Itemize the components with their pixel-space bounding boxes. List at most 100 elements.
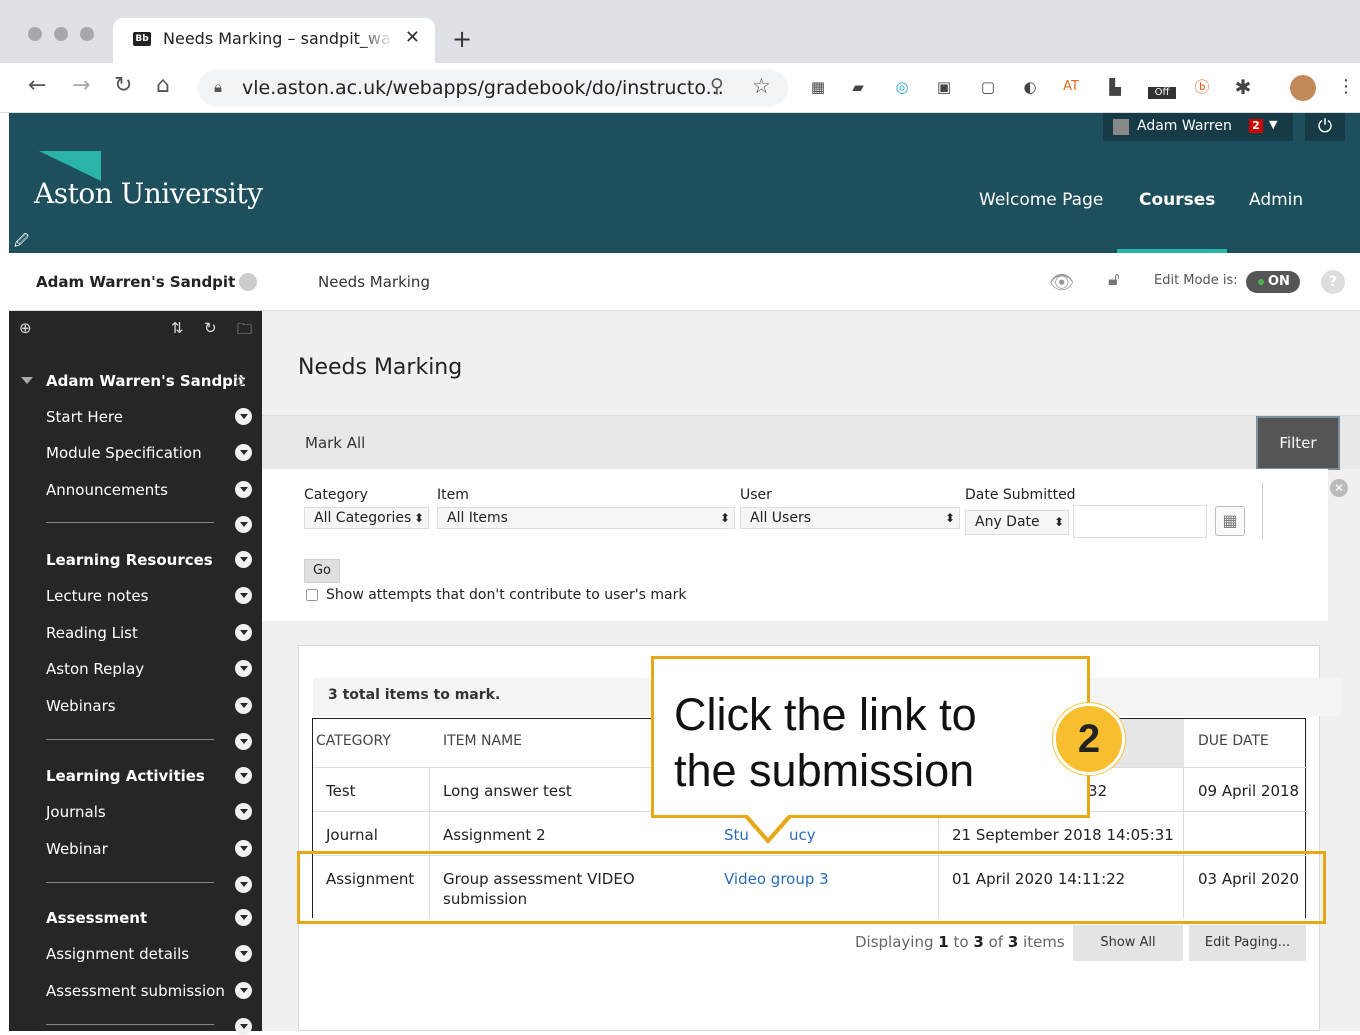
collapse-caret-icon[interactable]: [21, 377, 33, 384]
logout-power-icon[interactable]: ⏻: [1305, 113, 1345, 141]
sidebar-item-assessment-submission[interactable]: Assessment submission: [46, 982, 225, 1000]
nav-admin[interactable]: Admin: [1249, 190, 1303, 210]
sidebar-item-reading-list[interactable]: Reading List: [46, 624, 138, 642]
reorder-icon[interactable]: ⇅: [171, 319, 184, 337]
extension-off-icon[interactable]: Off: [1148, 77, 1176, 99]
extension-doc-icon[interactable]: ▢: [978, 77, 998, 97]
total-items-text: 3 total items to mark.: [328, 687, 501, 703]
extension-b-icon[interactable]: ⓑ: [1192, 77, 1212, 97]
sidebar-course-title[interactable]: Adam Warren's Sandpit: [46, 372, 245, 390]
sidebar-item-options-icon[interactable]: [235, 587, 252, 604]
column-header-due-date[interactable]: DUE DATE: [1198, 733, 1269, 749]
breadcrumb-course[interactable]: Adam Warren's Sandpit: [36, 273, 235, 291]
sidebar-item-journals[interactable]: Journals: [46, 803, 106, 821]
extension-asterisk-icon[interactable]: ✱: [1233, 77, 1253, 97]
mark-all-button[interactable]: Mark All: [305, 434, 365, 452]
extension-window-icon[interactable]: ▣: [934, 77, 954, 97]
sidebar-item-options-icon[interactable]: [235, 408, 252, 425]
tab-close-icon[interactable]: ✕: [405, 27, 420, 48]
help-icon[interactable]: ?: [1321, 270, 1345, 294]
breadcrumb-menu-chevron-icon[interactable]: [239, 273, 257, 291]
cell-user-link-tail[interactable]: ucy: [789, 825, 816, 845]
sidebar-item-options-icon[interactable]: [235, 1018, 252, 1035]
sidebar-item-lecture-notes[interactable]: Lecture notes: [46, 587, 148, 605]
sidebar-item-options-icon[interactable]: [235, 551, 252, 568]
window-zoom-dot[interactable]: [80, 27, 94, 41]
new-tab-button[interactable]: +: [452, 25, 472, 53]
sidebar-item-learning-activities[interactable]: Learning Activities: [46, 767, 205, 785]
item-select[interactable]: All Items ⬍: [437, 507, 735, 529]
sidebar-item-webinars[interactable]: Webinars: [46, 697, 116, 715]
window-close-dot[interactable]: [28, 27, 42, 41]
back-icon[interactable]: ←: [28, 73, 46, 98]
site-logo[interactable]: Aston University: [34, 177, 263, 210]
sidebar-item-options-icon[interactable]: [235, 803, 252, 820]
window-minimize-dot[interactable]: [54, 27, 68, 41]
zoom-icon[interactable]: ⚲: [710, 75, 724, 97]
show-all-button[interactable]: Show All: [1073, 925, 1183, 961]
show-attempts-checkbox[interactable]: [306, 589, 318, 601]
go-button[interactable]: Go: [304, 559, 340, 583]
edit-paging-button[interactable]: Edit Paging...: [1189, 925, 1306, 961]
sidebar-item-options-icon[interactable]: [235, 945, 252, 962]
student-preview-eye-icon[interactable]: 👁︎: [1049, 270, 1074, 294]
sidebar-item-assessment[interactable]: Assessment: [46, 909, 147, 927]
nav-courses[interactable]: Courses: [1139, 190, 1215, 210]
extension-chart-icon[interactable]: ▙: [1105, 77, 1125, 97]
toggle-status-dot: [1258, 279, 1264, 285]
sidebar-item-options-icon[interactable]: [235, 840, 252, 857]
extension-building-icon[interactable]: ▦: [808, 77, 828, 97]
sidebar-item-options-icon[interactable]: [235, 660, 252, 677]
link-pin-icon[interactable]: 🖉︎: [14, 230, 29, 254]
user-select[interactable]: All Users ⬍: [740, 507, 960, 529]
close-filter-icon[interactable]: ✕: [1330, 479, 1348, 497]
sidebar-item-options-icon[interactable]: [235, 516, 252, 533]
extension-globe-icon[interactable]: ◎: [892, 77, 912, 97]
forward-icon[interactable]: →: [72, 73, 90, 98]
sidebar-item-announcements[interactable]: Announcements: [46, 481, 168, 499]
sidebar-item-learning-resources[interactable]: Learning Resources: [46, 551, 213, 569]
sidebar-item-options-icon[interactable]: [235, 697, 252, 714]
sidebar-item-aston-replay[interactable]: Aston Replay: [46, 660, 144, 678]
address-bar[interactable]: 🔒︎ vle.aston.ac.uk/webapps/gradebook/do/…: [198, 70, 788, 106]
date-input[interactable]: [1073, 505, 1207, 538]
sidebar-item-assignment-details[interactable]: Assignment details: [46, 945, 189, 963]
column-header-item-name[interactable]: ITEM NAME: [443, 733, 522, 749]
column-header-category[interactable]: CATEGORY: [316, 733, 391, 749]
extension-at-icon[interactable]: AT: [1061, 77, 1081, 97]
user-menu[interactable]: Adam Warren 2 ▼: [1103, 113, 1293, 141]
menu-kebab-icon[interactable]: ⋮: [1336, 77, 1356, 97]
category-select[interactable]: All Categories ⬍: [304, 507, 429, 529]
sidebar-item-options-icon[interactable]: [235, 481, 252, 498]
edit-mode-toggle[interactable]: ON: [1246, 271, 1300, 293]
home-icon[interactable]: ⌂: [156, 73, 170, 98]
add-menu-item-icon[interactable]: ⊕: [19, 319, 32, 337]
nav-welcome-page[interactable]: Welcome Page: [979, 190, 1103, 210]
sidebar-item-module-spec[interactable]: Module Specification: [46, 444, 202, 462]
sidebar-item-start-here[interactable]: Start Here: [46, 408, 123, 426]
calendar-icon[interactable]: ▦: [1215, 506, 1245, 536]
sidebar-item-options-icon[interactable]: [235, 909, 252, 926]
sidebar-item-options-icon[interactable]: [235, 767, 252, 784]
extension-circle-icon[interactable]: ◐: [1020, 77, 1040, 97]
unlock-icon[interactable]: 🔓︎: [1108, 269, 1120, 290]
sidebar-item-options-icon[interactable]: [235, 733, 252, 750]
date-select[interactable]: Any Date ⬍: [965, 510, 1069, 535]
bookmark-star-icon[interactable]: ☆: [752, 74, 771, 98]
sidebar-item-webinar[interactable]: Webinar: [46, 840, 108, 858]
sidebar-item-options-icon[interactable]: [235, 624, 252, 641]
folder-view-icon[interactable]: 🗀︎: [237, 319, 252, 344]
step-number-badge: 2: [1053, 703, 1125, 775]
callout-line-1: Click the link to: [674, 689, 977, 740]
profile-avatar[interactable]: [1290, 75, 1316, 101]
sidebar-item-options-icon[interactable]: [235, 444, 252, 461]
show-attempts-option[interactable]: Show attempts that don't contribute to u…: [306, 587, 686, 603]
paging-to: 3: [973, 933, 984, 951]
filter-button[interactable]: Filter: [1256, 416, 1340, 470]
sidebar-item-options-icon[interactable]: [235, 876, 252, 893]
browser-tab[interactable]: Bb Needs Marking – sandpit_warren ✕: [113, 18, 435, 63]
reload-icon[interactable]: ↻: [114, 73, 132, 98]
refresh-icon[interactable]: ↻: [204, 319, 217, 337]
extension-flag-icon[interactable]: ▰: [848, 77, 868, 97]
sidebar-item-options-icon[interactable]: [235, 982, 252, 999]
